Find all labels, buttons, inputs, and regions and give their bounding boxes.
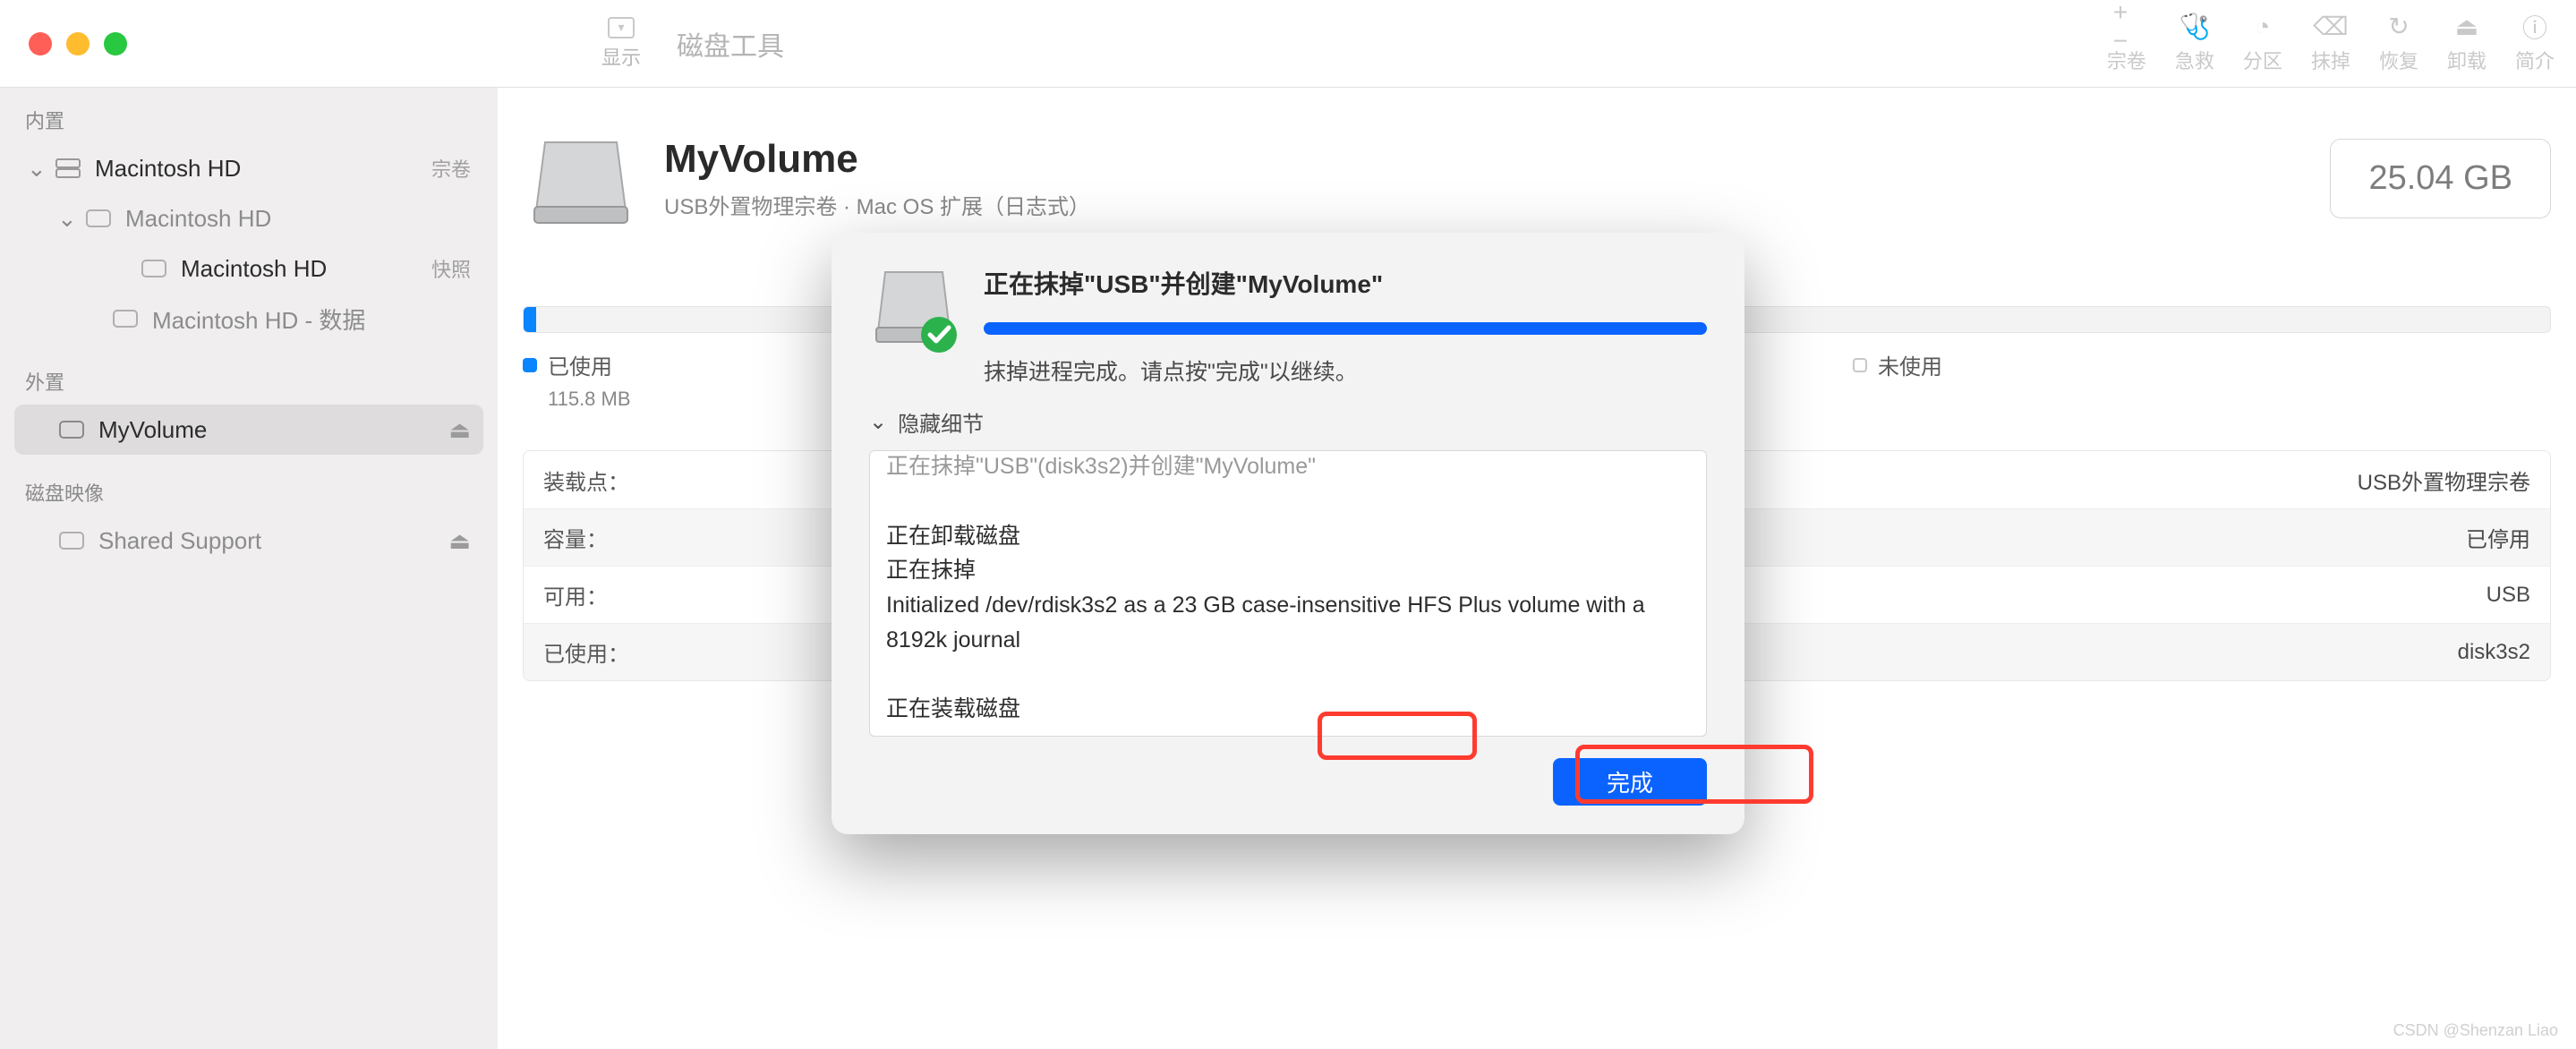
chevron-down-icon: ⌄ [27, 155, 41, 183]
legend-free-label: 未使用 [1878, 349, 1942, 380]
erase-icon: ⌫ [2317, 13, 2344, 40]
log-line: Initialized /dev/rdisk3s2 as a 23 GB cas… [886, 588, 1690, 658]
sidebar-item-label: MyVolume [98, 416, 436, 444]
close-window-button[interactable] [29, 32, 52, 55]
sidebar-section-disk-images: 磁盘映像 [25, 478, 473, 507]
legend-used-swatch [523, 358, 537, 372]
sidebar-item-label: Macintosh HD [125, 205, 471, 233]
external-drive-success-icon [869, 265, 959, 354]
eject-icon[interactable]: ⏏ [448, 416, 471, 444]
unmount-button[interactable]: ⏏ 卸载 [2447, 13, 2486, 74]
eject-icon[interactable]: ⏏ [448, 527, 471, 555]
sidebar-item-shared-support[interactable]: Shared Support ⏏ [14, 516, 483, 566]
partition-button[interactable]: ◔ 分区 [2243, 13, 2282, 74]
sidebar-item-suffix: 宗卷 [431, 154, 471, 183]
erase-button[interactable]: ⌫ 抹掉 [2311, 13, 2350, 74]
window-controls [0, 32, 127, 55]
plus-minus-icon: + − [2113, 13, 2140, 40]
sidebar-item-macintosh-hd[interactable]: ⌄ Macintosh HD [14, 193, 483, 243]
dialog-progress-bar [984, 322, 1707, 335]
legend-used-value: 115.8 MB [523, 388, 631, 411]
log-line: 正在装载磁盘 [886, 692, 1690, 727]
stethoscope-icon: 🩺 [2181, 13, 2208, 40]
watermark: CSDN @Shenzan Liao [2393, 1021, 2558, 1040]
disk-icon [140, 260, 168, 277]
restore-button[interactable]: ↻ 恢复 [2379, 13, 2418, 74]
log-line: 正在抹掉"USB"(disk3s2)并创建"MyVolume" [886, 450, 1690, 484]
done-button[interactable]: 完成 [1553, 758, 1707, 806]
info-used-value: disk3s2 [2458, 640, 2530, 665]
erase-dialog: 正在抹掉"USB"并创建"MyVolume" 抹掉进程完成。请点按"完成"以继续… [832, 233, 1744, 834]
sidebar-layout-icon: ▾ [608, 17, 635, 38]
info-icon: ⓘ [2521, 13, 2548, 40]
sidebar-item-macintosh-hd-snapshot[interactable]: Macintosh HD 快照 [14, 243, 483, 294]
minimize-window-button[interactable] [66, 32, 90, 55]
dialog-log[interactable]: 正在抹掉"USB"(disk3s2)并创建"MyVolume" 正在卸载磁盘 正… [869, 450, 1707, 737]
info-capacity-value: 已停用 [2466, 522, 2530, 553]
sidebar: 内置 ⌄ Macintosh HD 宗卷 ⌄ Macintosh HD Maci… [0, 88, 498, 1049]
toolbar: ▾ 显示 磁盘工具 + − 宗卷 🩺 急救 ◔ 分区 ⌫ 抹掉 ↻ 恢复 ⏏ 卸… [0, 0, 2576, 88]
dialog-details-toggle[interactable]: ⌄ 隐藏细节 [869, 406, 1707, 438]
restore-icon: ↻ [2385, 13, 2412, 40]
legend-used-label: 已使用 [548, 349, 612, 380]
volume-add-remove-button[interactable]: + − 宗卷 [2107, 13, 2146, 74]
chevron-down-icon: ⌄ [869, 409, 887, 435]
disk-icon [111, 310, 140, 328]
sidebar-item-macintosh-hd-data[interactable]: Macintosh HD - 数据 [14, 294, 483, 344]
display-mode-button[interactable]: ▾ 显示 [601, 17, 641, 71]
fullscreen-window-button[interactable] [104, 32, 127, 55]
sidebar-item-label: Macintosh HD [95, 155, 419, 183]
pie-icon: ◔ [2249, 13, 2276, 40]
sidebar-section-external: 外置 [25, 367, 473, 396]
disk-icon [84, 209, 113, 227]
first-aid-button[interactable]: 🩺 急救 [2175, 13, 2214, 74]
usage-bar-used [524, 307, 536, 332]
log-line: 正在抹掉 [886, 553, 1690, 588]
chevron-down-icon: ⌄ [57, 205, 72, 233]
sidebar-item-myvolume[interactable]: MyVolume ⏏ [14, 405, 483, 455]
volume-subtitle: USB外置物理宗卷 · Mac OS 扩展（日志式） [664, 189, 1090, 220]
dialog-title: 正在抹掉"USB"并创建"MyVolume" [984, 265, 1707, 301]
info-mountpoint-value: USB外置物理宗卷 [2358, 465, 2530, 496]
disk-icon [57, 532, 86, 550]
dialog-message: 抹掉进程完成。请点按"完成"以继续。 [984, 354, 1707, 387]
app-title: 磁盘工具 [677, 24, 784, 64]
sidebar-item-suffix: 快照 [431, 254, 471, 283]
external-drive-icon [523, 120, 639, 236]
display-label: 显示 [601, 42, 641, 71]
info-button[interactable]: ⓘ 简介 [2515, 13, 2555, 74]
log-line: 正在卸载磁盘 [886, 519, 1690, 554]
sidebar-item-label: Shared Support [98, 527, 436, 555]
info-available-value: USB [2486, 583, 2530, 608]
volume-size-box: 25.04 GB [2330, 139, 2551, 218]
eject-icon: ⏏ [2453, 13, 2480, 40]
sidebar-item-label: Macintosh HD - 数据 [152, 303, 471, 336]
legend-free-swatch [1853, 358, 1867, 372]
volume-stack-icon [54, 156, 82, 181]
sidebar-item-label: Macintosh HD [181, 255, 419, 283]
disk-icon [57, 421, 86, 439]
sidebar-item-macintosh-hd-container[interactable]: ⌄ Macintosh HD 宗卷 [14, 143, 483, 193]
volume-header: MyVolume USB外置物理宗卷 · Mac OS 扩展（日志式） 25.0… [523, 120, 2551, 236]
sidebar-section-internal: 内置 [25, 106, 473, 134]
volume-name: MyVolume [664, 137, 1090, 182]
toolbar-actions: + − 宗卷 🩺 急救 ◔ 分区 ⌫ 抹掉 ↻ 恢复 ⏏ 卸载 ⓘ 简介 [2107, 13, 2555, 74]
